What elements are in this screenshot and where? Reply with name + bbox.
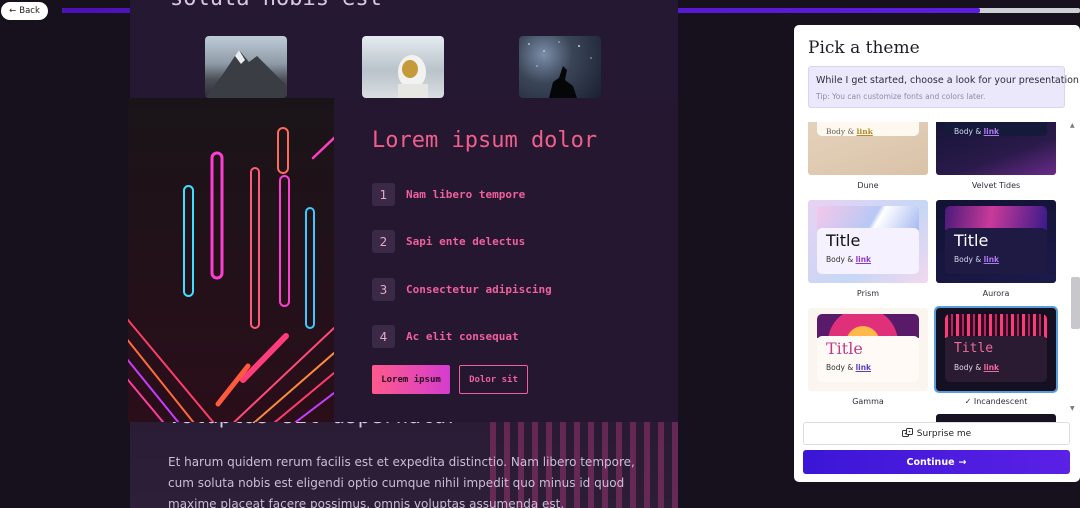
list-item: 3 Consectetur adipiscing <box>372 278 552 301</box>
back-label: Back <box>19 6 40 16</box>
checkmark-icon: ✓ <box>964 397 972 406</box>
slide-bottom-paragraph: Et harum quidem rerum facilis est et exp… <box>168 455 635 508</box>
theme-label: ✓ Incandescent <box>964 397 1028 406</box>
theme-picker-panel: Pick a theme While I get started, choose… <box>794 25 1080 482</box>
stars-image <box>519 36 601 98</box>
number-badge: 3 <box>372 278 395 301</box>
page-scrollbar[interactable] <box>1071 277 1080 329</box>
panel-title: Pick a theme <box>808 38 920 58</box>
list-item-text: Nam libero tempore <box>406 188 526 201</box>
list-item-text: Consectetur adipiscing <box>406 283 552 296</box>
arrow-left-icon: ← <box>9 6 17 16</box>
continue-button[interactable]: Continue → <box>803 450 1070 474</box>
list-item-text: Ac elit consequat <box>406 330 519 343</box>
theme-card-velvet-tides[interactable]: Title Body & link Velvet Tides <box>936 122 1056 190</box>
number-badge: 2 <box>372 230 395 253</box>
arrow-right-icon: → <box>958 456 967 468</box>
slide-top-heading: soluta nobis est <box>170 0 382 11</box>
theme-preview: Title Body & link <box>936 200 1056 283</box>
theme-label: Prism <box>856 289 880 298</box>
theme-preview: Title Body & link <box>934 306 1058 393</box>
theme-label: Aurora <box>982 289 1010 298</box>
list-item: 4 Ac elit consequat <box>372 325 519 348</box>
dice-icon <box>901 427 913 440</box>
number-badge: 1 <box>372 183 395 206</box>
theme-scrollbar[interactable]: ▲ ▼ <box>1068 122 1078 414</box>
scroll-down-icon[interactable]: ▼ <box>1070 405 1075 412</box>
continue-label: Continue <box>906 456 955 468</box>
theme-card-aurora[interactable]: Title Body & link Aurora <box>936 200 1056 298</box>
slide-outline-button[interactable]: Dolor sit <box>459 365 528 394</box>
theme-preview: Title Body & link <box>808 308 928 391</box>
scroll-up-icon[interactable]: ▲ <box>1070 122 1075 129</box>
card-title: Lorem ipsum dolor <box>372 128 598 153</box>
theme-label: Gamma <box>852 397 884 406</box>
theme-grid: Title Body & link Dune Title Body & link… <box>794 122 1068 422</box>
neon-lights-image <box>128 98 334 422</box>
list-item-text: Sapi ente delectus <box>406 235 526 248</box>
intro-tip: Tip: You can customize fonts and colors … <box>816 92 986 101</box>
surprise-me-button[interactable]: Surprise me <box>803 422 1070 445</box>
number-badge: 4 <box>372 325 395 348</box>
list-item: 1 Nam libero tempore <box>372 183 525 206</box>
theme-card-dune[interactable]: Title Body & link Dune <box>808 122 928 190</box>
surprise-label: Surprise me <box>916 428 972 439</box>
theme-label: Velvet Tides <box>971 181 1021 190</box>
slide-primary-button[interactable]: Lorem ipsum <box>372 365 450 394</box>
intro-box: While I get started, choose a look for y… <box>808 66 1080 108</box>
theme-card-prism[interactable]: Title Body & link Prism <box>808 200 928 298</box>
theme-preview: Title Body & link <box>936 122 1056 175</box>
theme-label: Dune <box>857 181 879 190</box>
slide-feature-card: Lorem ipsum dolor 1 Nam libero tempore 2… <box>128 98 678 422</box>
theme-card-incandescent[interactable]: Title Body & link ✓ Incandescent <box>934 306 1058 406</box>
back-button[interactable]: ← Back <box>1 2 48 20</box>
mountain-image <box>205 36 287 98</box>
theme-preview: Title Body & link <box>808 122 928 175</box>
list-item: 2 Sapi ente delectus <box>372 230 525 253</box>
astronaut-image <box>362 36 444 98</box>
theme-card-next[interactable] <box>936 414 1056 422</box>
theme-card-gamma[interactable]: Title Body & link Gamma <box>808 308 928 406</box>
theme-preview: Title Body & link <box>808 200 928 283</box>
intro-text: While I get started, choose a look for y… <box>816 75 1080 86</box>
